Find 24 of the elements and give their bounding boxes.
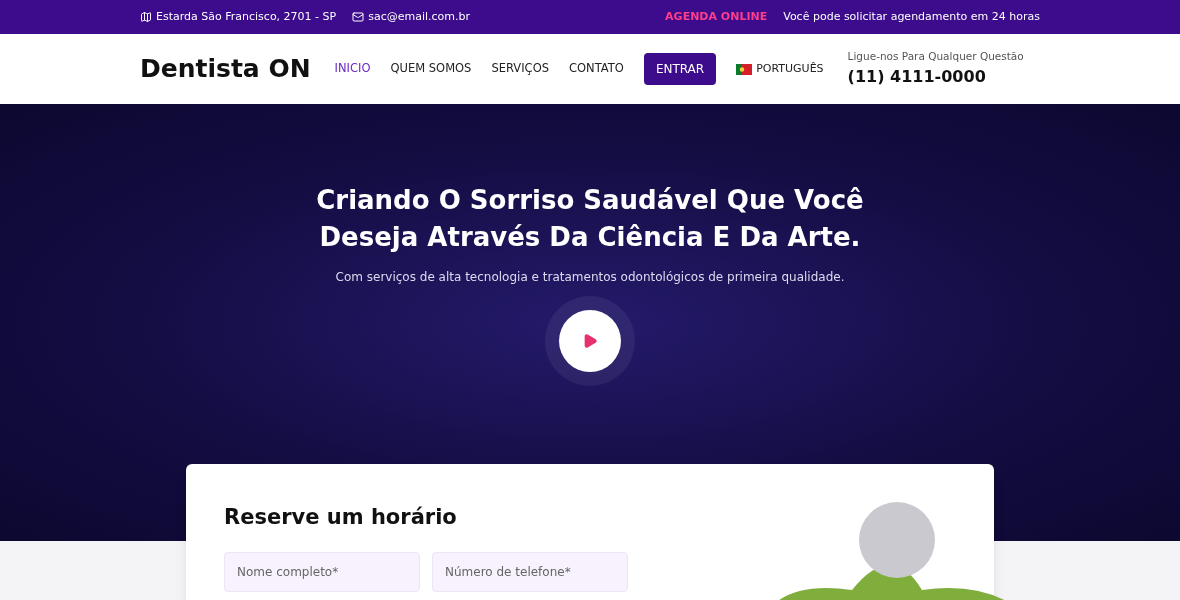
text-field[interactable]: Número de telefone* bbox=[432, 551, 628, 592]
email-text: sac@email.com.br bbox=[368, 8, 471, 25]
login-button[interactable]: ENTRAR bbox=[643, 53, 717, 85]
mail-icon bbox=[352, 11, 365, 23]
address-text: Estarda São Francisco, 2701 - SP bbox=[156, 8, 337, 25]
booking-title: Reserve um horário bbox=[224, 504, 458, 531]
map-icon bbox=[140, 11, 152, 23]
nav-link[interactable]: QUEM SOMOS bbox=[390, 60, 472, 78]
agenda-info-text: Você pode solicitar agendamento em 24 horas bbox=[783, 8, 1040, 25]
nav-link[interactable]: INICIO bbox=[334, 60, 371, 78]
language-selector[interactable]: PORTUGUÊS bbox=[736, 60, 824, 78]
nav-link[interactable]: SERVIÇOS bbox=[491, 60, 549, 78]
flag-icon bbox=[736, 63, 753, 75]
play-icon bbox=[582, 333, 598, 349]
hero-title-line: Criando O Sorriso Saudável Que Você bbox=[316, 184, 864, 217]
play-button[interactable] bbox=[559, 310, 621, 372]
agenda-online-link[interactable]: AGENDA ONLINE bbox=[665, 8, 768, 26]
phone-number[interactable]: (11) 4111-0000 bbox=[847, 64, 1024, 89]
nav-link[interactable]: CONTATO bbox=[569, 60, 624, 78]
hero-subtitle: Com serviços de alta tecnologia e tratamentos odontológicos de primeira qualidade. bbox=[335, 269, 845, 286]
site-logo[interactable]: Dentista ON bbox=[140, 50, 311, 88]
contact-caption: Ligue-nos Para Qualquer Questão bbox=[847, 49, 1024, 65]
hero-title-line: Deseja Através Da Ciência E Da Arte. bbox=[319, 221, 861, 254]
text-field[interactable]: Nome completo* bbox=[224, 551, 420, 592]
